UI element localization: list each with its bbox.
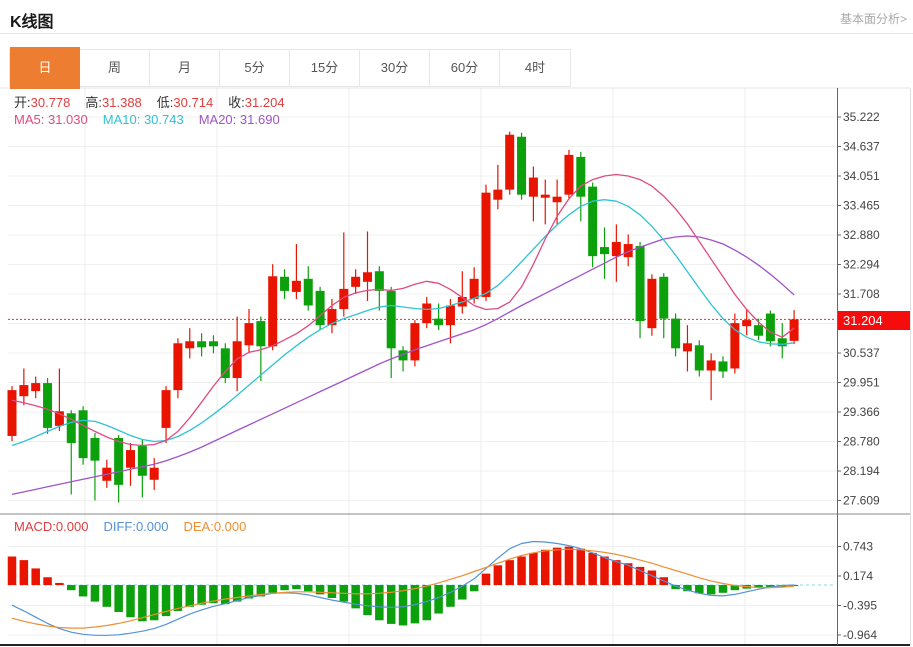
- tab-day[interactable]: 日: [10, 47, 80, 89]
- macd-axis-label: -0.395: [843, 599, 877, 613]
- candles: [8, 132, 799, 503]
- macd-histogram: [8, 547, 799, 626]
- price-axis-label: 30.537: [843, 346, 880, 360]
- tab-week[interactable]: 周: [80, 50, 150, 86]
- high-label: 高:: [85, 95, 102, 110]
- open-value: 30.778: [31, 95, 71, 110]
- low-label: 低:: [157, 95, 174, 110]
- page-title: K线图: [10, 8, 54, 32]
- macd-axis-label: -0.964: [843, 628, 877, 642]
- price-axis-label: 35.222: [843, 110, 880, 124]
- ma5-line: [12, 175, 794, 446]
- open-label: 开:: [14, 95, 31, 110]
- high-value: 31.388: [102, 95, 142, 110]
- dea-label: DEA:: [183, 519, 213, 534]
- price-axis-label: 28.194: [843, 464, 880, 478]
- macd-axis-label: 0.174: [843, 569, 873, 583]
- price-axis-label: 33.465: [843, 199, 880, 213]
- tab-60min[interactable]: 60分: [430, 50, 500, 86]
- macd-legend: MACD:0.000 DIFF:0.000 DEA:0.000: [14, 519, 246, 534]
- header-divider: [0, 33, 913, 34]
- price-axis-label: 34.637: [843, 139, 880, 153]
- price-axis-label: 32.880: [843, 228, 880, 242]
- tab-15min[interactable]: 15分: [290, 50, 360, 86]
- fundamental-analysis-link[interactable]: 基本面分析>: [840, 10, 907, 27]
- ma5-value: 31.030: [48, 112, 88, 127]
- price-axis-label: 31.708: [843, 287, 880, 301]
- price-axis-label: 28.780: [843, 435, 880, 449]
- price-axis-label: 29.366: [843, 405, 880, 419]
- ma-legend: MA5: 31.030 MA10: 30.743 MA20: 31.690: [14, 112, 280, 127]
- ma5-label: MA5:: [14, 112, 44, 127]
- tab-5min[interactable]: 5分: [220, 50, 290, 86]
- tab-4hour[interactable]: 4时: [500, 50, 570, 86]
- macd-axis-label: 0.743: [843, 540, 873, 554]
- macd-axis: 0.743 0.174 -0.395 -0.964: [837, 540, 877, 643]
- ma10-label: MA10:: [103, 112, 141, 127]
- ma10-value: 30.743: [144, 112, 184, 127]
- close-label: 收:: [228, 95, 245, 110]
- price-axis-label: 34.051: [843, 169, 880, 183]
- ma20-label: MA20:: [199, 112, 237, 127]
- price-axis-label: 27.609: [843, 494, 880, 508]
- dea-value: 0.000: [214, 519, 247, 534]
- ohlc-legend: 开:30.778 高:31.388 低:30.714 收:31.204: [14, 92, 285, 111]
- diff-value: 0.000: [136, 519, 169, 534]
- close-value: 31.204: [245, 95, 285, 110]
- ma20-value: 31.690: [240, 112, 280, 127]
- kline-page: { "header": { "title": "K线图", "link": "基…: [0, 0, 913, 647]
- price-axis-label: 32.294: [843, 257, 880, 271]
- diff-label: DIFF:: [103, 519, 136, 534]
- price-axis: 35.222 34.637 34.051 33.465 32.880 32.294 31.7…: [837, 110, 880, 508]
- tab-month[interactable]: 月: [150, 50, 220, 86]
- tab-30min[interactable]: 30分: [360, 50, 430, 86]
- macd-label: MACD:: [14, 519, 56, 534]
- price-axis-label: 29.951: [843, 376, 880, 390]
- low-value: 30.714: [173, 95, 213, 110]
- period-tabbar: 日 周 月 5分 15分 30分 60分 4时: [9, 49, 571, 87]
- macd-value: 0.000: [56, 519, 89, 534]
- current-price-tag: 31.204: [838, 311, 910, 330]
